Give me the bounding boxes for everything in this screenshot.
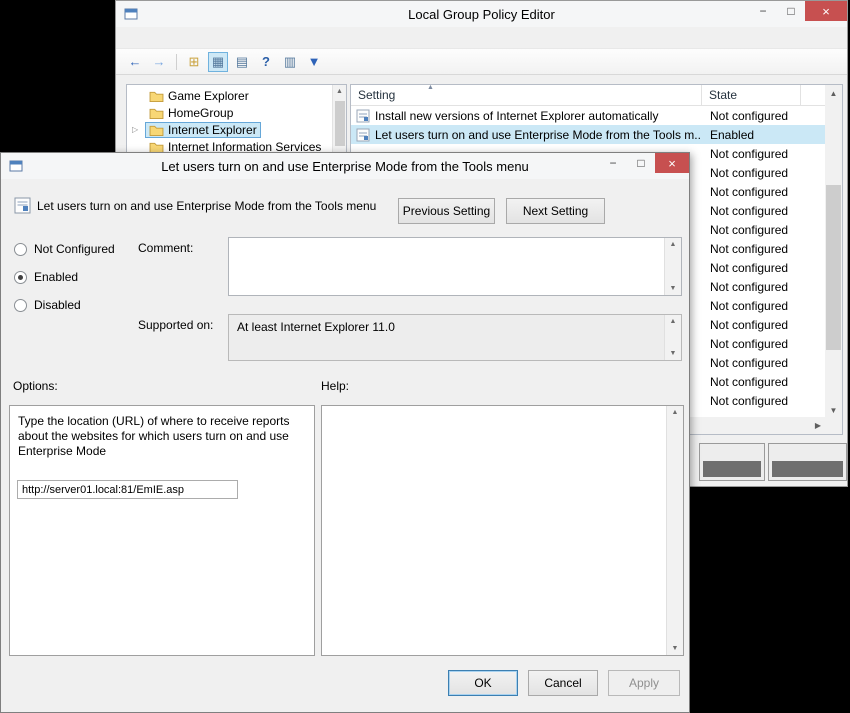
comment-label: Comment: [138, 241, 193, 255]
folder-icon [149, 141, 164, 153]
desktop: Local Group Policy Editor − □ × ← → ⊞ ▦ … [0, 0, 850, 713]
gpe-toolbar: ← → ⊞ ▦ ▤ ? ▥ ▼ [116, 48, 847, 75]
settings-row[interactable]: Install new versions of Internet Explore… [351, 106, 825, 125]
radio-icon [14, 299, 27, 312]
dialog-title: Let users turn on and use Enterprise Mod… [1, 153, 689, 179]
cancel-button[interactable]: Cancel [528, 670, 598, 696]
settings-row[interactable]: Let users turn on and use Enterprise Mod… [351, 125, 825, 144]
tree-item[interactable]: Game Explorer [127, 87, 332, 104]
comment-scrollbar[interactable]: ▲ ▼ [664, 238, 681, 295]
policy-heading-icon [14, 197, 31, 214]
options-label: Options: [13, 379, 58, 393]
scroll-down-icon[interactable]: ▼ [670, 285, 677, 292]
gpe-close-button[interactable]: × [805, 1, 847, 21]
extended-view-icon[interactable]: ▥ [280, 52, 300, 72]
menu-item[interactable] [184, 36, 202, 40]
help-icon[interactable]: ? [256, 52, 276, 72]
scroll-down-icon[interactable]: ▼ [830, 406, 838, 415]
policy-dialog: Let users turn on and use Enterprise Mod… [0, 152, 690, 713]
export-list-icon[interactable]: ▤ [232, 52, 252, 72]
radio-icon [14, 271, 27, 284]
filter-icon[interactable]: ▼ [304, 52, 324, 72]
forward-icon[interactable]: → [149, 52, 169, 72]
scroll-right-icon[interactable]: ▶ [815, 421, 821, 430]
policy-setting-icon [356, 128, 370, 142]
options-panel: Type the location (URL) of where to rece… [9, 405, 315, 656]
state-radio[interactable]: Not Configured [14, 241, 115, 257]
menu-item[interactable] [148, 36, 166, 40]
tree-item[interactable]: HomeGroup [127, 104, 332, 121]
comment-textarea[interactable]: ▲ ▼ [228, 237, 682, 296]
radio-icon [14, 243, 27, 256]
scroll-up-icon[interactable]: ▲ [670, 241, 677, 248]
scroll-up-icon[interactable]: ▲ [670, 318, 677, 325]
folder-icon [149, 107, 164, 119]
previous-setting-button[interactable]: Previous Setting [398, 198, 495, 224]
gpe-maximize-button[interactable]: □ [777, 1, 805, 21]
gpe-minimize-button[interactable]: − [749, 1, 777, 21]
column-header-state[interactable]: State [702, 85, 801, 105]
dialog-minimize-button[interactable]: − [599, 153, 627, 173]
tree-item[interactable]: ▷ Internet Explorer [127, 121, 332, 138]
scrollbar-corner [825, 417, 842, 434]
sort-asc-icon: ▲ [427, 84, 434, 91]
list-header: ▲ Setting State [351, 85, 825, 106]
list-vertical-scrollbar[interactable]: ▲ ▼ [825, 85, 842, 419]
gpe-title: Local Group Policy Editor [116, 1, 847, 27]
show-console-tree-icon[interactable]: ▦ [208, 52, 228, 72]
column-header-setting[interactable]: ▲ Setting [351, 85, 702, 105]
folder-icon [149, 90, 164, 102]
state-radio[interactable]: Enabled [14, 269, 115, 285]
help-scrollbar[interactable]: ▲ ▼ [666, 406, 683, 655]
up-level-icon[interactable]: ⊞ [184, 52, 204, 72]
ok-button[interactable]: OK [448, 670, 518, 696]
status-pane-cell [768, 443, 847, 481]
gpe-titlebar[interactable]: Local Group Policy Editor − □ × [116, 1, 847, 27]
expander-icon[interactable]: ▷ [132, 125, 142, 134]
supported-on-box: At least Internet Explorer 11.0 ▲ ▼ [228, 314, 682, 361]
policy-heading: Let users turn on and use Enterprise Mod… [37, 197, 376, 215]
supported-on-value: At least Internet Explorer 11.0 [229, 315, 681, 339]
status-pane-cell [699, 443, 765, 481]
supported-on-label: Supported on: [138, 318, 213, 332]
menu-item[interactable] [166, 36, 184, 40]
help-text [322, 406, 666, 655]
tree-scrollbar-thumb[interactable] [335, 101, 345, 146]
gpe-menubar [116, 27, 847, 48]
scroll-up-icon[interactable]: ▲ [672, 409, 679, 416]
dialog-titlebar[interactable]: Let users turn on and use Enterprise Mod… [1, 153, 689, 179]
apply-button[interactable]: Apply [608, 670, 680, 696]
help-panel: ▲ ▼ [321, 405, 684, 656]
list-scrollbar-thumb[interactable] [826, 185, 841, 350]
scroll-up-icon[interactable]: ▲ [336, 88, 343, 95]
folder-icon [149, 124, 164, 136]
back-icon[interactable]: ← [125, 52, 145, 72]
help-label: Help: [321, 379, 349, 393]
dialog-close-button[interactable]: × [655, 153, 689, 173]
state-radio-group: Not Configured Enabled Disabled [14, 241, 115, 325]
policy-setting-icon [356, 109, 370, 123]
gpe-window-controls: − □ × [749, 1, 847, 21]
dialog-maximize-button[interactable]: □ [627, 153, 655, 173]
menu-item[interactable] [130, 36, 148, 40]
report-url-input[interactable] [17, 480, 238, 499]
supported-scrollbar[interactable]: ▲ ▼ [664, 315, 681, 360]
options-description: Type the location (URL) of where to rece… [10, 406, 314, 459]
scroll-down-icon[interactable]: ▼ [672, 645, 679, 652]
scroll-down-icon[interactable]: ▼ [670, 350, 677, 357]
scroll-up-icon[interactable]: ▲ [830, 89, 838, 98]
dialog-window-controls: − □ × [599, 153, 689, 173]
state-radio[interactable]: Disabled [14, 297, 115, 313]
toolbar-separator [176, 54, 177, 70]
next-setting-button[interactable]: Next Setting [506, 198, 605, 224]
column-header-blank [801, 85, 825, 105]
